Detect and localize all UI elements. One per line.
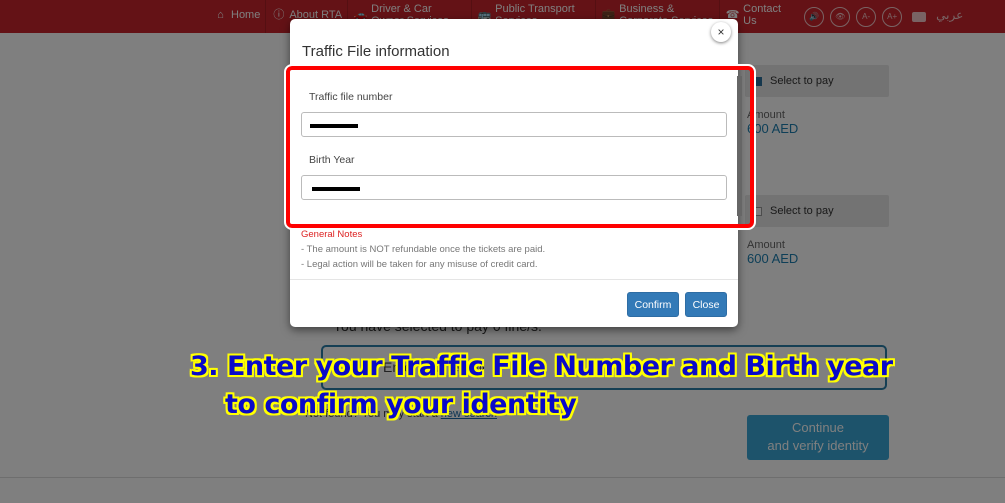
close-icon[interactable]: ×: [711, 22, 731, 42]
highlight-annotation: [284, 64, 756, 230]
confirm-button[interactable]: Confirm: [627, 292, 679, 317]
note-item: - The amount is NOT refundable once the …: [301, 244, 546, 255]
close-button[interactable]: Close: [685, 292, 727, 317]
modal-title: Traffic File information: [302, 43, 450, 60]
caption-line-2: to confirm your identity: [225, 389, 577, 420]
notes-title: General Notes: [301, 229, 363, 240]
general-notes: General Notes - The amount is NOT refund…: [301, 227, 545, 272]
caption-line-1: 3. Enter your Traffic File Number and Bi…: [190, 351, 893, 382]
note-item: - Legal action will be taken for any mis…: [301, 259, 538, 270]
instruction-caption: 3. Enter your Traffic File Number and Bi…: [190, 348, 893, 424]
modal-footer-divider: [290, 279, 738, 280]
